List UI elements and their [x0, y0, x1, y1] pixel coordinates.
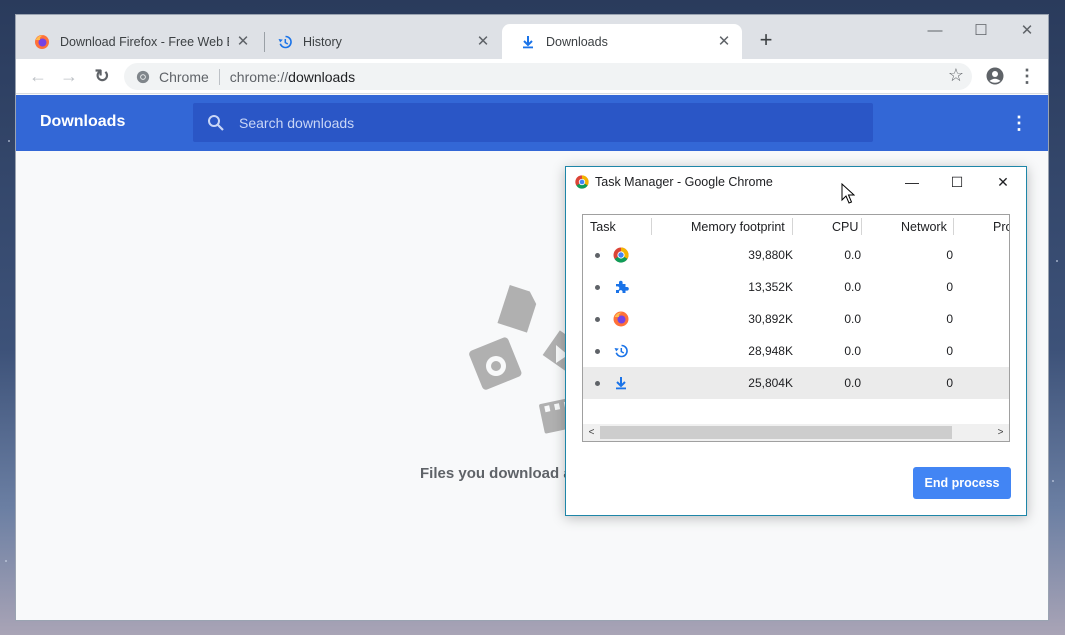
- omnibox-url-scheme: chrome://: [229, 68, 289, 85]
- tab-title: Download Firefox - Free Web Bro: [60, 34, 229, 49]
- row-bullet: [595, 253, 600, 258]
- table-row[interactable]: 30,892K 0.0 0: [583, 303, 1009, 335]
- tab-history[interactable]: History ✕: [259, 24, 501, 59]
- wallpaper-star: [1052, 480, 1054, 482]
- window-close-button[interactable]: ✕: [1004, 19, 1048, 43]
- history-icon: [277, 34, 293, 50]
- cell-memory: 28,948K: [748, 344, 793, 358]
- cell-memory: 39,880K: [748, 248, 793, 262]
- task-manager-close-button[interactable]: ✕: [983, 171, 1023, 193]
- column-divider[interactable]: [792, 218, 793, 235]
- tab-title: History: [303, 34, 342, 49]
- row-bullet: [595, 285, 600, 290]
- task-manager-title: Task Manager - Google Chrome: [595, 175, 773, 189]
- column-divider[interactable]: [953, 218, 954, 235]
- cell-cpu: 0.0: [844, 248, 861, 262]
- row-bullet: [595, 349, 600, 354]
- download-icon: [520, 34, 536, 50]
- column-header-cpu[interactable]: CPU: [832, 220, 858, 234]
- omnibox-divider: [218, 68, 220, 85]
- task-manager-minimize-button[interactable]: —: [892, 171, 932, 193]
- chrome-icon: [613, 247, 629, 263]
- column-header-task[interactable]: Task: [590, 220, 616, 234]
- chrome-icon: [136, 70, 150, 83]
- window-maximize-button[interactable]: ☐: [958, 19, 1004, 43]
- column-divider[interactable]: [861, 218, 862, 235]
- downloads-menu-button[interactable]: ⋮: [1010, 111, 1028, 135]
- tab-strip: Download Firefox - Free Web Bro ✕ Histor…: [16, 15, 1048, 59]
- mouse-cursor-icon: [841, 183, 855, 204]
- window-minimize-button[interactable]: —: [912, 19, 958, 43]
- cell-memory: 25,804K: [748, 376, 793, 390]
- cell-cpu: 0.0: [844, 376, 861, 390]
- tab-downloads[interactable]: Downloads ✕: [502, 24, 742, 59]
- browser-menu-button[interactable]: ⋮: [1015, 64, 1039, 88]
- task-manager-window: Task Manager - Google Chrome — ☐ ✕ Task …: [565, 166, 1027, 516]
- tab-close-button[interactable]: ✕: [475, 33, 491, 50]
- table-row[interactable]: 39,880K 0.0 0: [583, 239, 1009, 271]
- column-header-memory[interactable]: Memory footprint: [691, 220, 785, 234]
- cell-memory: 13,352K: [748, 280, 793, 294]
- row-bullet: [595, 381, 600, 386]
- download-icon: [616, 377, 626, 390]
- wallpaper-star: [5, 560, 7, 562]
- cell-network: 0: [946, 312, 953, 326]
- cell-memory: 30,892K: [748, 312, 793, 326]
- wallpaper-star: [1056, 260, 1058, 262]
- tab-close-button[interactable]: ✕: [235, 33, 251, 50]
- firefox-icon: [613, 311, 629, 327]
- profile-avatar-icon[interactable]: [983, 64, 1007, 88]
- cell-cpu: 0.0: [844, 344, 861, 358]
- address-bar[interactable]: Chrome chrome:// downloads ☆: [124, 63, 972, 90]
- column-divider[interactable]: [651, 218, 652, 235]
- scroll-right-arrow[interactable]: >: [992, 425, 1009, 440]
- end-process-button[interactable]: End process: [913, 467, 1011, 499]
- cell-cpu: 0.0: [844, 312, 861, 326]
- search-placeholder: Search downloads: [239, 114, 355, 131]
- cell-network: 0: [946, 344, 953, 358]
- tab-firefox[interactable]: Download Firefox - Free Web Bro ✕: [16, 24, 261, 59]
- row-bullet: [595, 317, 600, 322]
- tab-title: Downloads: [546, 34, 608, 49]
- table-row[interactable]: 25,804K 0.0 0: [583, 367, 1009, 399]
- history-icon: [614, 344, 628, 358]
- empty-state-message: Files you download a: [420, 465, 572, 482]
- cell-network: 0: [946, 248, 953, 262]
- omnibox-site-label: Chrome: [159, 68, 209, 85]
- back-button[interactable]: ←: [26, 64, 50, 88]
- reload-button[interactable]: ↻: [90, 64, 114, 88]
- horizontal-scrollbar[interactable]: < >: [583, 424, 1009, 441]
- task-manager-maximize-button[interactable]: ☐: [937, 171, 977, 193]
- cell-network: 0: [946, 280, 953, 294]
- task-manager-titlebar[interactable]: Task Manager - Google Chrome — ☐ ✕: [566, 167, 1026, 197]
- tab-close-button[interactable]: ✕: [716, 33, 732, 50]
- bookmark-star-icon[interactable]: ☆: [948, 65, 964, 86]
- downloads-header: Downloads Search downloads ⋮: [16, 95, 1048, 151]
- browser-toolbar: ← → ↻ Chrome chrome:// downloads ☆ ⋮: [16, 59, 1048, 94]
- search-icon: [208, 114, 224, 131]
- new-tab-button[interactable]: +: [754, 29, 778, 53]
- forward-button[interactable]: →: [57, 64, 81, 88]
- scroll-left-arrow[interactable]: <: [583, 425, 600, 440]
- table-row[interactable]: 13,352K 0.0 0: [583, 271, 1009, 303]
- extension-icon: [616, 280, 629, 293]
- table-header: Task Memory footprint CPU Network Pro: [583, 215, 1009, 239]
- cell-network: 0: [946, 376, 953, 390]
- omnibox-url-path: downloads: [288, 68, 356, 85]
- wallpaper-star: [8, 140, 10, 142]
- cell-cpu: 0.0: [844, 280, 861, 294]
- firefox-icon: [34, 34, 50, 50]
- column-header-process-id[interactable]: Pro: [993, 220, 1009, 234]
- table-row[interactable]: 28,948K 0.0 0: [583, 335, 1009, 367]
- chrome-icon: [575, 175, 589, 189]
- search-downloads-input[interactable]: Search downloads: [193, 103, 873, 142]
- page-title: Downloads: [40, 113, 126, 130]
- column-header-network[interactable]: Network: [901, 220, 947, 234]
- scrollbar-thumb[interactable]: [600, 426, 952, 439]
- task-table: Task Memory footprint CPU Network Pro 39…: [582, 214, 1010, 442]
